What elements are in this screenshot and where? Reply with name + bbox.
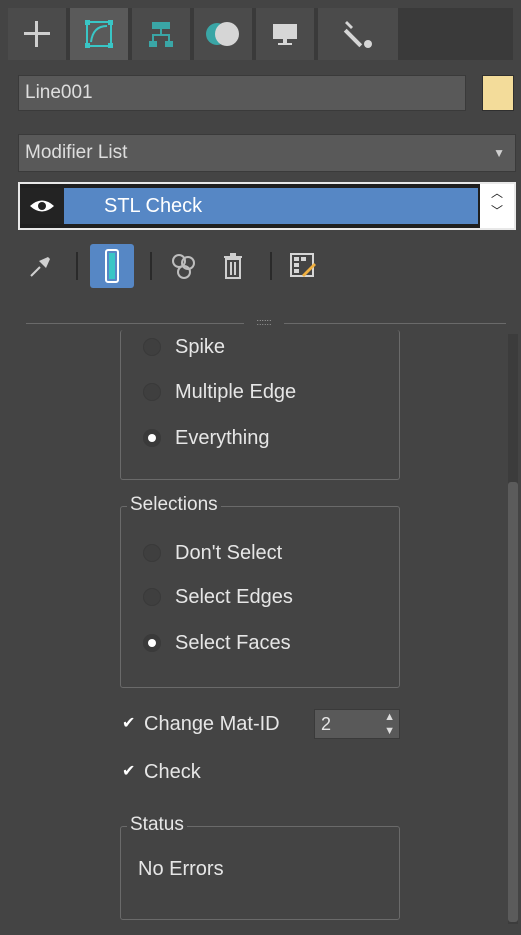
wrench-icon	[343, 21, 372, 48]
trash-icon	[224, 253, 242, 279]
checkbox-label: Change Mat-ID	[144, 712, 280, 735]
show-end-result-button[interactable]	[90, 244, 134, 288]
tab-display[interactable]	[256, 8, 314, 60]
chevron-down-icon[interactable]: ﹀	[480, 202, 514, 220]
tab-hierarchy[interactable]	[132, 8, 190, 60]
modifier-list-dropdown[interactable]: Modifier List ▼	[18, 134, 516, 172]
radio-label: Don't Select	[175, 541, 283, 564]
motion-icon	[206, 22, 239, 46]
mat-id-value: 2	[321, 714, 332, 734]
visibility-eye-icon[interactable]	[20, 188, 64, 224]
status-group-title: Status	[127, 814, 187, 836]
resize-grip-icon[interactable]: ::::::	[244, 317, 284, 329]
radio-button-icon	[143, 383, 161, 401]
make-unique-icon	[172, 254, 195, 279]
radio-label: Everything	[175, 426, 270, 449]
selections-group: Selections Don't Select Select Edges Sel…	[120, 494, 400, 688]
radio-button-icon	[143, 588, 161, 606]
stack-scroll-arrows[interactable]: ︿ ﹀	[480, 184, 514, 228]
radio-spike[interactable]: Spike	[143, 332, 225, 362]
command-panel-tabs	[8, 8, 513, 60]
stack-item-label: STL Check	[104, 194, 203, 217]
radio-label: Select Edges	[175, 585, 293, 608]
make-unique-button[interactable]	[166, 244, 202, 288]
pin-icon	[30, 257, 50, 277]
check-options-group: Spike Multiple Edge Everything	[120, 330, 400, 480]
mat-id-spinner[interactable]: 2 ▲ ▼	[314, 709, 400, 739]
check-checkbox[interactable]: ✔ Check	[122, 757, 201, 787]
object-color-swatch[interactable]	[482, 75, 514, 111]
selections-group-title: Selections	[127, 494, 221, 516]
radio-label: Spike	[175, 335, 226, 358]
radio-button-selected-icon	[143, 429, 161, 447]
object-name-text: Line001	[25, 82, 93, 103]
radio-button-icon	[143, 544, 161, 562]
vertical-scrollbar-thumb[interactable]	[508, 482, 518, 922]
tab-utilities[interactable]	[318, 8, 398, 60]
radio-label: Multiple Edge	[175, 380, 297, 403]
status-text: No Errors	[138, 858, 224, 880]
radio-button-selected-icon	[143, 634, 161, 652]
tab-modify[interactable]	[70, 8, 128, 60]
modify-curve-icon	[85, 20, 113, 48]
checkmark-icon: ✔	[122, 715, 136, 732]
configure-sets-icon	[290, 253, 316, 277]
change-mat-id-checkbox[interactable]: ✔ Change Mat-ID	[122, 709, 280, 739]
configure-modifier-sets-button[interactable]	[284, 244, 322, 288]
radio-dont-select[interactable]: Don't Select	[143, 538, 282, 568]
chevron-up-icon[interactable]: ︿	[480, 184, 514, 202]
radio-select-edges[interactable]: Select Edges	[143, 582, 293, 612]
modifier-list-label: Modifier List	[25, 142, 128, 163]
checkbox-label: Check	[144, 760, 201, 783]
display-icon	[273, 24, 297, 45]
spinner-arrows-icon[interactable]: ▲ ▼	[384, 710, 395, 738]
radio-multiple-edge[interactable]: Multiple Edge	[143, 377, 296, 407]
hierarchy-icon	[149, 22, 173, 47]
command-panel: Line001 Modifier List ▼ STL Check ︿ ﹀::…	[0, 0, 521, 935]
stack-item-stl-check[interactable]: STL Check	[20, 188, 478, 224]
radio-select-faces[interactable]: Select Faces	[143, 628, 291, 658]
remove-modifier-button[interactable]	[216, 244, 250, 288]
object-name-field[interactable]: Line001	[18, 75, 466, 111]
tab-motion[interactable]	[194, 8, 252, 60]
chevron-down-icon: ▼	[493, 146, 505, 160]
pin-stack-button[interactable]	[24, 244, 58, 288]
modifier-stack: STL Check ︿ ﹀	[18, 182, 516, 230]
tab-create[interactable]	[8, 8, 66, 60]
checkmark-icon: ✔	[122, 763, 136, 780]
radio-label: Select Faces	[175, 631, 291, 654]
end-result-icon	[105, 249, 119, 283]
radio-button-icon	[143, 338, 161, 356]
stack-toolbar	[24, 244, 504, 288]
plus-icon	[24, 21, 50, 47]
radio-everything[interactable]: Everything	[143, 423, 270, 453]
